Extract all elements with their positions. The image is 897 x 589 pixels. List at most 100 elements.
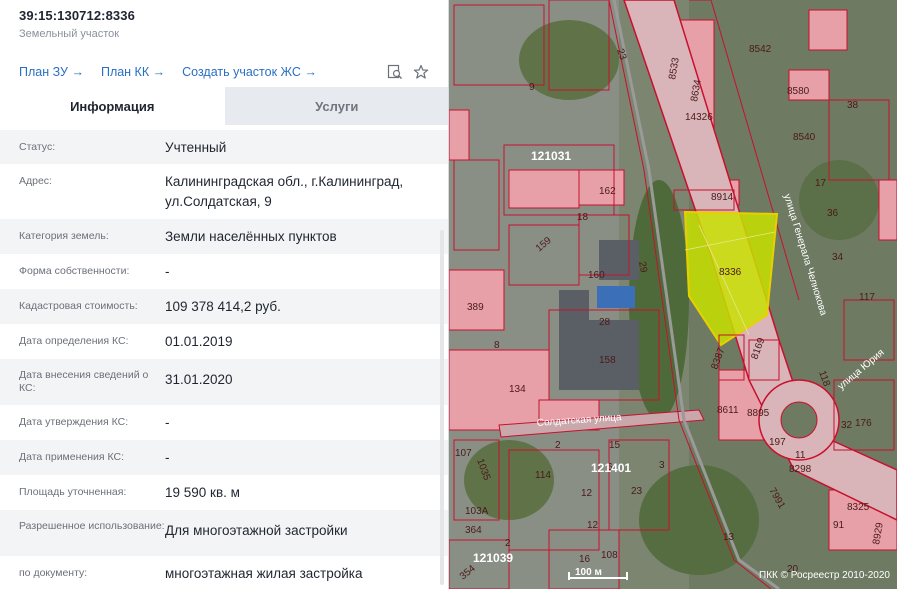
svg-text:12: 12 [581, 488, 593, 499]
property-row: Дата применения КС: - [0, 440, 448, 475]
svg-text:8: 8 [494, 340, 500, 351]
svg-text:103А: 103А [465, 506, 489, 517]
tab-info[interactable]: Информация [0, 87, 225, 125]
svg-text:8298: 8298 [789, 464, 812, 475]
svg-text:13: 13 [723, 532, 735, 543]
property-value: 109 378 414,2 руб. [165, 299, 281, 314]
plan-zu-label: План ЗУ [19, 65, 68, 79]
header-icons [387, 64, 429, 80]
svg-text:108: 108 [601, 550, 618, 561]
property-key: Дата применения КС: [19, 451, 125, 463]
svg-text:32: 32 [841, 420, 853, 431]
property-row: Форма собственности: - [0, 254, 448, 289]
property-row: Дата внесения сведений о КС: 31.01.2020 [0, 359, 448, 405]
property-key: Адрес: [19, 175, 52, 187]
svg-text:36: 36 [827, 208, 839, 219]
svg-text:8580: 8580 [787, 86, 810, 97]
property-key: Категория земель: [19, 230, 109, 242]
svg-text:107: 107 [455, 448, 472, 459]
svg-text:17: 17 [815, 178, 827, 189]
quarter-label-3: 121039 [473, 551, 513, 565]
svg-text:12: 12 [587, 520, 599, 531]
object-type: Земельный участок [19, 28, 120, 40]
svg-text:160: 160 [588, 270, 605, 281]
svg-text:114: 114 [535, 470, 551, 481]
properties-list: Статус: Учтенный Адрес: Калининградская обл… [0, 130, 448, 586]
svg-text:28: 28 [599, 317, 611, 328]
property-value: Учтенный [165, 140, 227, 155]
svg-text:8325: 8325 [847, 502, 870, 513]
property-key: Дата определения КС: [19, 335, 129, 347]
cadastral-number: 39:15:130712:8336 [19, 8, 135, 23]
svg-text:389: 389 [467, 302, 484, 313]
map-copyright: ПКК © Росреестр 2010-2020 [759, 570, 890, 581]
svg-text:134: 134 [509, 384, 526, 395]
quarter-label-2: 121401 [591, 461, 631, 475]
property-row: Статус: Учтенный [0, 130, 448, 164]
property-row: Категория земель: Земли населённых пункто… [0, 219, 448, 254]
svg-text:158: 158 [599, 355, 616, 366]
svg-text:34: 34 [832, 252, 844, 263]
svg-text:8542: 8542 [749, 44, 772, 55]
svg-text:38: 38 [847, 100, 859, 111]
plan-kk-label: План КК [100, 65, 150, 79]
search-document-icon[interactable] [387, 64, 403, 80]
action-links: План ЗУ → План КК → Создать участок ЖС → [19, 65, 317, 79]
svg-text:11: 11 [795, 450, 806, 461]
scrollbar[interactable] [440, 230, 444, 585]
plan-zu-link[interactable]: План ЗУ → [19, 65, 84, 79]
svg-text:8611: 8611 [717, 405, 739, 416]
property-key: Разрешенное использование: [19, 520, 165, 532]
svg-text:16: 16 [579, 554, 591, 565]
property-row: Разрешенное использование: Для многоэтажн… [0, 510, 448, 556]
property-value: - [165, 264, 170, 279]
create-zhs-label: Создать участок ЖС [182, 65, 301, 79]
property-row: Дата определения КС: 01.01.2019 [0, 324, 448, 359]
property-value: 01.01.2019 [165, 334, 233, 349]
info-panel: 39:15:130712:8336 Земельный участок План… [0, 0, 449, 589]
svg-text:2: 2 [505, 538, 511, 549]
property-key: Статус: [19, 141, 56, 153]
scale-label: 100 м [575, 567, 602, 578]
svg-text:197: 197 [769, 437, 786, 448]
property-value: Земли населённых пунктов [165, 229, 337, 244]
property-key: Дата внесения сведений о КС: [19, 369, 149, 394]
svg-text:176: 176 [855, 418, 872, 429]
property-key: Дата утверждения КС: [19, 416, 129, 428]
property-value: Для многоэтажной застройки [165, 523, 348, 538]
plan-kk-link[interactable]: План КК → [101, 65, 165, 79]
quarter-label-1: 121031 [531, 149, 571, 163]
selected-parcel-label[interactable]: 8336 [719, 267, 742, 278]
map-canvas[interactable]: 23 9 8533 8634 14326 8542 8580 38 8540 1… [449, 0, 897, 589]
svg-text:8914: 8914 [711, 192, 734, 203]
property-value: 19 590 кв. м [165, 485, 240, 500]
svg-text:8895: 8895 [747, 408, 770, 419]
svg-text:2: 2 [555, 440, 561, 451]
star-icon[interactable] [413, 64, 429, 80]
svg-text:8540: 8540 [793, 132, 816, 143]
property-value: - [165, 415, 170, 430]
property-key: Кадастровая стоимость: [19, 300, 138, 312]
svg-text:91: 91 [833, 520, 845, 531]
svg-text:23: 23 [631, 486, 643, 497]
map-view[interactable]: 23 9 8533 8634 14326 8542 8580 38 8540 1… [449, 0, 897, 589]
property-row: Кадастровая стоимость: 109 378 414,2 руб. [0, 289, 448, 324]
property-value: многоэтажная жилая застройка [165, 566, 363, 581]
svg-text:3: 3 [659, 460, 665, 471]
property-value: Калининградская обл., г.Калининград, ул.… [165, 174, 404, 209]
property-row: Площадь уточненная: 19 590 кв. м [0, 475, 448, 510]
svg-text:15: 15 [609, 440, 621, 451]
property-row: по документу: многоэтажная жилая застройк… [0, 556, 448, 586]
property-key: по документу: [19, 567, 88, 579]
create-zhs-link[interactable]: Создать участок ЖС → [182, 65, 317, 79]
property-row: Дата утверждения КС: - [0, 405, 448, 440]
svg-text:364: 364 [465, 525, 482, 536]
tab-services[interactable]: Услуги [224, 87, 448, 125]
svg-text:9: 9 [529, 82, 535, 93]
svg-text:117: 117 [859, 292, 875, 303]
svg-text:162: 162 [599, 186, 616, 197]
property-row: Адрес: Калининградская обл., г.Калинингра… [0, 164, 448, 219]
tabs: Информация Услуги [0, 87, 448, 125]
property-key: Площадь уточненная: [19, 486, 127, 498]
svg-text:18: 18 [577, 212, 589, 223]
